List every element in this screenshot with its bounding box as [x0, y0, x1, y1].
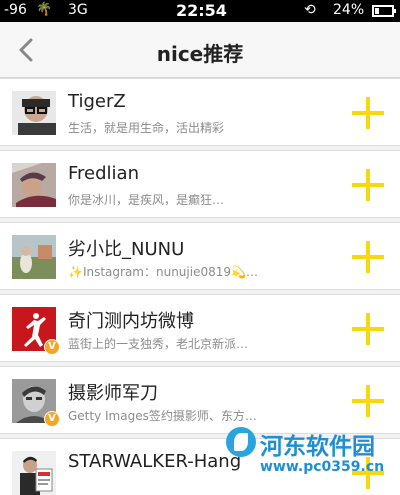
watermark-title: 河东软件园 — [260, 434, 375, 460]
user-name: 劣小比_NUNU — [68, 239, 185, 260]
lock-rotation-icon: ⟲ — [304, 2, 316, 18]
user-name: Fredlian — [68, 163, 139, 184]
signal-strength: -96 — [4, 2, 27, 18]
clock: 22:54 — [176, 1, 227, 20]
user-description: ✨Instagram：nunujie0819💫… — [68, 265, 258, 279]
nav-bar: nice推荐 — [0, 22, 400, 78]
user-name: TigerZ — [68, 91, 126, 112]
battery-icon — [372, 5, 396, 17]
list-item[interactable]: V 奇门测内坊微博 蓝街上的一支独秀，老北京新派… — [0, 294, 400, 362]
watermark-logo-icon — [226, 427, 256, 457]
site-watermark: 河东软件园 www.pc0359.cn — [222, 425, 400, 495]
watermark-url: www.pc0359.cn — [260, 459, 385, 475]
man-with-glasses-avatar[interactable] — [12, 91, 56, 135]
verified-badge: V — [44, 339, 60, 355]
follow-plus-button[interactable] — [348, 381, 388, 421]
network-type: 3G — [68, 2, 88, 18]
list-item[interactable]: 劣小比_NUNU ✨Instagram：nunujie0819💫… — [0, 222, 400, 290]
list-item[interactable]: V 摄影师军刀 Getty Images签约摄影师、东方… — [0, 366, 400, 434]
user-description: 你是冰川，是疾风，是癫狂… — [68, 193, 225, 207]
follow-plus-button[interactable] — [348, 237, 388, 277]
page-title: nice推荐 — [156, 42, 244, 66]
verified-badge: V — [44, 411, 60, 427]
user-description: Getty Images签约摄影师、东方… — [68, 409, 257, 423]
follow-plus-button[interactable] — [348, 93, 388, 133]
user-description: 生活，就是用生命，活出精彩 — [68, 121, 225, 135]
follow-plus-button[interactable] — [348, 309, 388, 349]
battery-percent: 24% — [333, 2, 365, 18]
list-item[interactable]: Fredlian 你是冰川，是疾风，是癫狂… — [0, 150, 400, 218]
man-with-magazine-avatar[interactable] — [12, 451, 56, 495]
follow-plus-button[interactable] — [348, 165, 388, 205]
list-item[interactable]: TigerZ 生活，就是用生命，活出精彩 — [0, 78, 400, 146]
battery-fill — [375, 8, 379, 14]
man-in-cap-avatar[interactable] — [12, 163, 56, 207]
user-name: 奇门测内坊微博 — [68, 311, 194, 332]
palm-tree-icon: 🌴 — [36, 2, 53, 17]
user-description: 蓝街上的一支独秀，老北京新派… — [68, 337, 249, 351]
landscape-avatar[interactable] — [12, 235, 56, 279]
user-name: STARWALKER-Hang — [68, 451, 242, 472]
user-name: 摄影师军刀 — [68, 383, 158, 404]
status-bar: -96 🌴 3G 22:54 ⟲ 24% — [0, 0, 400, 22]
